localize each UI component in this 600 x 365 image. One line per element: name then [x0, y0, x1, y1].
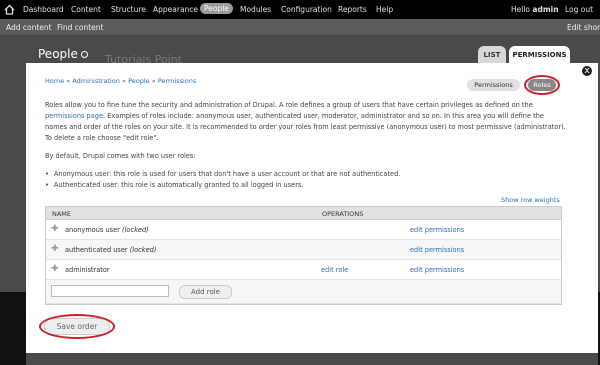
add-role-row: Add role	[46, 280, 561, 304]
menu-content[interactable]: Content	[71, 5, 101, 14]
admin-toolbar: Dashboard Content Structure Appearance P…	[0, 0, 600, 19]
header-operations: OPERATIONS	[322, 210, 364, 218]
page-footer-left	[0, 292, 26, 365]
table-row: ✚ administrator edit role edit permissio…	[46, 260, 561, 280]
menu-structure[interactable]: Structure	[111, 5, 146, 14]
menu-help[interactable]: Help	[376, 5, 393, 14]
drag-handle-icon[interactable]: ✚	[51, 244, 59, 254]
edit-permissions-link[interactable]: edit permissions	[410, 246, 464, 254]
breadcrumb-separator: »	[122, 77, 126, 85]
edit-role-link[interactable]: edit role	[321, 266, 348, 274]
table-row: ✚ authenticated user (locked) edit permi…	[46, 240, 561, 260]
breadcrumb-home[interactable]: Home	[45, 77, 64, 85]
menu-configuration[interactable]: Configuration	[281, 5, 332, 14]
locked-tag: (locked)	[129, 246, 157, 254]
home-icon[interactable]	[4, 4, 15, 15]
table-row: ✚ anonymous user (locked) edit permissio…	[46, 220, 561, 240]
default-roles-text: By default, Drupal comes with two user r…	[45, 152, 196, 160]
role-name: authenticated user (locked)	[65, 246, 156, 254]
role-name-text: anonymous user	[65, 226, 120, 234]
menu-appearance[interactable]: Appearance	[153, 5, 198, 14]
edit-permissions-link[interactable]: edit permissions	[410, 266, 464, 274]
roles-table: NAME OPERATIONS ✚ anonymous user (locked…	[45, 206, 562, 305]
breadcrumb: Home » Administration » People » Permiss…	[45, 77, 196, 85]
breadcrumb-separator: »	[151, 77, 156, 85]
edit-permissions-link[interactable]: edit permissions	[410, 226, 464, 234]
shortcut-bar: Add content Find content Edit short	[0, 19, 600, 36]
role-name: administrator	[65, 266, 110, 274]
shortcut-find-content[interactable]: Find content	[57, 23, 103, 32]
new-role-input[interactable]	[51, 285, 169, 297]
greeting-text: Hello	[511, 5, 531, 14]
locked-tag: (locked)	[122, 226, 149, 234]
breadcrumb-people[interactable]: People	[128, 77, 150, 85]
permissions-page-link[interactable]: permissions page	[45, 112, 103, 120]
add-role-button[interactable]: Add role	[179, 285, 232, 299]
bullet-authenticated: Authenticated user: this role is automat…	[45, 181, 304, 189]
menu-modules[interactable]: Modules	[240, 5, 271, 14]
table-header: NAME OPERATIONS	[46, 207, 561, 220]
role-name: anonymous user (locked)	[65, 226, 149, 234]
breadcrumb-administration[interactable]: Administration	[72, 77, 120, 85]
greeting: Hello admin	[511, 5, 559, 14]
intro-paragraph: Roles allow you to fine tune the securit…	[45, 100, 567, 144]
bullet-anonymous: Anonymous user: this role is used for us…	[45, 170, 401, 178]
breadcrumb-separator: »	[66, 77, 71, 85]
subtab-permissions[interactable]: Permissions	[467, 79, 520, 91]
add-shortcut-icon[interactable]	[81, 51, 88, 58]
highlight-ring-save	[39, 314, 115, 339]
edit-shortcuts-link[interactable]: Edit short	[567, 23, 600, 32]
menu-dashboard[interactable]: Dashboard	[23, 5, 64, 14]
intro-text-1: Roles allow you to fine tune the securit…	[45, 101, 533, 109]
header-name: NAME	[52, 210, 72, 218]
intro-text-2: . Examples of roles include: anonymous u…	[45, 112, 566, 142]
page-title: People	[38, 47, 78, 61]
show-row-weights-link[interactable]: Show row weights	[501, 196, 560, 204]
shortcut-add-content[interactable]: Add content	[6, 23, 52, 32]
drag-handle-icon[interactable]: ✚	[51, 264, 59, 274]
role-name-text: authenticated user	[65, 246, 128, 254]
menu-reports[interactable]: Reports	[338, 5, 367, 14]
username-link[interactable]: admin	[532, 5, 558, 14]
breadcrumb-permissions[interactable]: Permissions	[158, 77, 196, 85]
highlight-ring-roles	[524, 75, 560, 95]
drag-handle-icon[interactable]: ✚	[51, 224, 59, 234]
close-icon[interactable]: x	[581, 65, 593, 77]
logout-link[interactable]: Log out	[565, 5, 593, 14]
menu-people[interactable]: People	[200, 3, 233, 14]
